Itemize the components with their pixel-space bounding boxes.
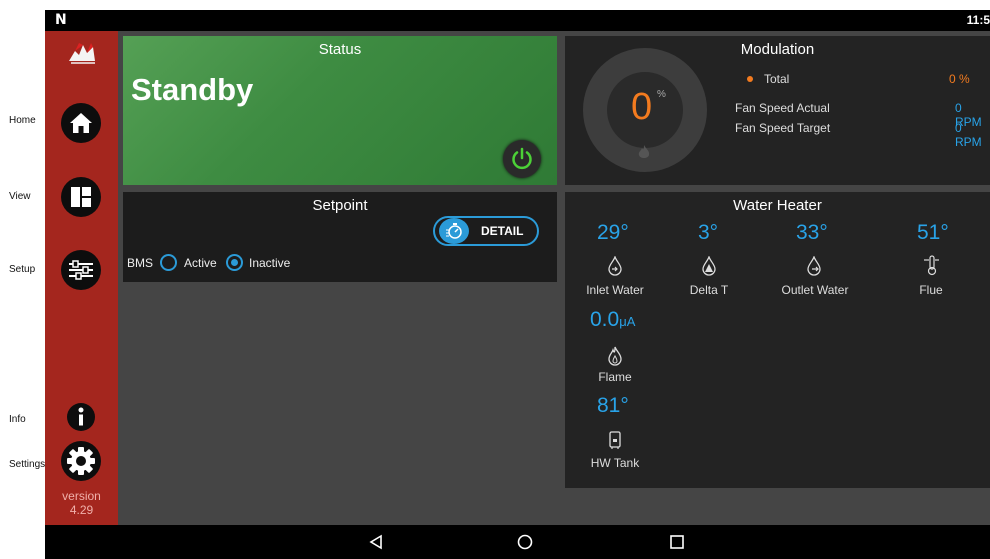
water-heater-panel: Water Heater 29° Inlet Water 3° Delta T … — [565, 192, 990, 488]
flue-label: Flue — [919, 283, 943, 297]
hw-tank-value: 81° — [597, 394, 629, 417]
flue-value: 51° — [917, 221, 949, 244]
settings-button[interactable] — [61, 441, 101, 481]
system-navigation-bar — [45, 525, 990, 559]
power-icon — [512, 147, 532, 170]
status-title: Status — [318, 41, 362, 58]
bms-active-radio[interactable] — [160, 254, 177, 271]
sliders-icon — [69, 260, 93, 280]
notification-n-icon: N — [55, 12, 67, 28]
version-info: version 4.29 — [45, 489, 118, 517]
version-label: version — [62, 489, 101, 503]
water-heater-title: Water Heater — [733, 197, 822, 214]
label-info: Info — [9, 414, 26, 425]
home-button[interactable] — [61, 103, 101, 143]
back-triangle-icon — [369, 534, 382, 550]
status-panel: Status Standby — [123, 36, 557, 185]
label-home: Home — [9, 115, 36, 126]
fan-speed-target-value: 0 RPM — [955, 121, 982, 149]
label-view: View — [9, 191, 31, 202]
bms-active-label: Active — [184, 256, 217, 270]
nav-back-button[interactable] — [368, 534, 384, 555]
power-button[interactable] — [503, 140, 541, 178]
mod-total-value: 0 % — [949, 72, 970, 86]
version-number: 4.29 — [69, 503, 94, 517]
delta-t-value: 3° — [698, 221, 719, 244]
setpoint-title: Setpoint — [312, 197, 368, 214]
label-setup: Setup — [9, 264, 36, 275]
info-icon — [78, 407, 84, 426]
clock: 11:5 — [966, 13, 990, 27]
system-status-bar: N 11:5 — [45, 10, 990, 31]
bms-inactive-label: Inactive — [249, 256, 291, 270]
mod-total-label: Total — [764, 72, 790, 86]
main-content: Status Standby Modulation 0 % Total 0 % … — [118, 31, 990, 525]
modulation-gauge: 0 % — [583, 48, 707, 172]
detail-button-label: DETAIL — [481, 224, 524, 238]
bms-inactive-radio[interactable] — [226, 254, 243, 271]
water-drop-out-icon — [804, 255, 824, 277]
screen: Home View Setup Info Settings N 11:5 ver… — [0, 0, 990, 559]
flame-label: Flame — [598, 370, 632, 384]
home-circle-icon — [517, 534, 533, 550]
nav-home-button[interactable] — [517, 534, 533, 555]
gear-icon — [67, 447, 95, 475]
delta-drop-icon — [699, 255, 719, 277]
modulation-panel: Modulation 0 % Total 0 % Fan Speed Actua… — [565, 36, 990, 185]
fan-speed-actual-label: Fan Speed Actual — [735, 101, 830, 115]
total-indicator-dot — [747, 76, 753, 82]
outlet-water-label: Outlet Water — [781, 283, 849, 297]
label-settings: Settings — [9, 459, 46, 470]
inlet-water-value: 29° — [597, 221, 629, 244]
tank-icon — [605, 429, 625, 451]
nav-recents-button[interactable] — [669, 534, 685, 555]
recents-square-icon — [670, 535, 684, 549]
status-value: Standby — [131, 72, 254, 107]
setup-button[interactable] — [61, 250, 101, 290]
flame-value-number: 0.0 — [590, 308, 620, 331]
info-button[interactable] — [67, 403, 95, 431]
water-drop-in-icon — [605, 255, 625, 277]
modulation-gauge-unit: % — [657, 89, 666, 100]
outlet-water-value: 33° — [796, 221, 828, 244]
flame-value: 0.0μA — [590, 308, 635, 332]
view-button[interactable] — [61, 177, 101, 217]
flame-icon — [638, 145, 650, 158]
flue-thermometer-icon — [921, 254, 941, 276]
hw-tank-label: HW Tank — [590, 456, 640, 470]
inlet-water-label: Inlet Water — [586, 283, 644, 297]
detail-button[interactable]: DETAIL — [433, 216, 539, 246]
brand-logo-icon — [65, 39, 99, 69]
fan-speed-target-label: Fan Speed Target — [735, 121, 831, 135]
flame-icon — [605, 345, 625, 367]
flame-value-unit: μA — [619, 314, 636, 329]
modulation-gauge-value: 0 — [631, 86, 653, 128]
stopwatch-icon — [439, 218, 469, 244]
home-icon — [70, 113, 92, 133]
view-layout-icon — [71, 187, 91, 207]
bms-label: BMS — [127, 256, 154, 270]
delta-t-label: Delta T — [689, 283, 729, 297]
setpoint-panel: Setpoint DETAIL BMS Active Inactive — [123, 192, 557, 282]
sidebar: version 4.29 — [45, 31, 118, 525]
